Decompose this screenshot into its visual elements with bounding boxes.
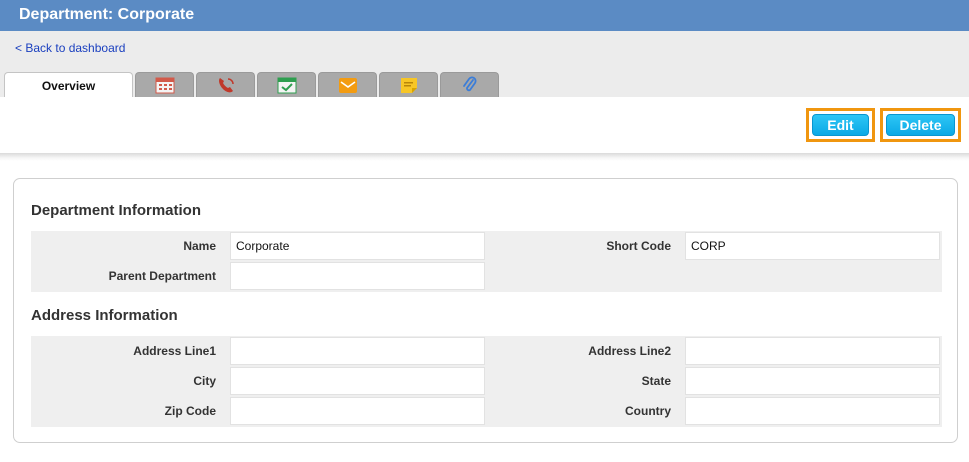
tab-calendar[interactable] (135, 72, 194, 97)
attachment-icon (462, 76, 476, 92)
address-info-grid: Address Line1 Address Line2 City State Z… (31, 336, 942, 427)
short-code-label: Short Code (606, 239, 671, 253)
tab-overview[interactable]: Overview (4, 72, 133, 98)
task-icon (277, 77, 296, 94)
divider (0, 153, 969, 161)
delete-button-highlight: Delete (880, 108, 961, 142)
info-row: Parent Department (31, 261, 942, 291)
name-label: Name (183, 239, 216, 253)
short-code-value: CORP (685, 232, 940, 260)
info-row: City State (31, 366, 942, 396)
tab-emails[interactable] (318, 72, 377, 97)
navigation-area: < Back to dashboard Overview (0, 31, 969, 98)
action-toolbar: Edit Delete (0, 97, 969, 153)
tab-attachments[interactable] (440, 72, 499, 97)
tab-overview-label: Overview (41, 79, 96, 93)
info-row: Name Corporate Short Code CORP (31, 231, 942, 261)
address-line2-value (685, 337, 940, 365)
zip-code-label: Zip Code (164, 404, 216, 418)
address-line1-label: Address Line1 (133, 344, 216, 358)
parent-department-value (230, 262, 485, 290)
note-icon (400, 78, 417, 93)
address-info-heading: Address Information (31, 307, 178, 324)
details-panel: Department Information Name Corporate Sh… (13, 178, 958, 443)
tab-notes[interactable] (379, 72, 438, 97)
address-line2-label: Address Line2 (588, 344, 671, 358)
edit-button-highlight: Edit (806, 108, 875, 142)
page-header: Department: Corporate (0, 0, 969, 31)
state-value (685, 367, 940, 395)
city-value (230, 367, 485, 395)
zip-code-value (230, 397, 485, 425)
department-info-heading: Department Information (31, 202, 202, 219)
tab-tasks[interactable] (257, 72, 316, 97)
parent-department-label: Parent Department (108, 269, 216, 283)
country-value (685, 397, 940, 425)
address-line1-value (230, 337, 485, 365)
country-label: Country (625, 404, 671, 418)
back-to-dashboard-link[interactable]: < Back to dashboard (15, 41, 125, 55)
tab-calls[interactable] (196, 72, 255, 97)
state-label: State (641, 374, 671, 388)
department-info-grid: Name Corporate Short Code CORP Parent De… (31, 231, 942, 292)
info-row: Zip Code Country (31, 396, 942, 426)
phone-icon (218, 78, 234, 93)
name-value: Corporate (230, 232, 485, 260)
edit-button[interactable]: Edit (812, 114, 869, 136)
page-title: Department: Corporate (19, 6, 195, 23)
calendar-icon (155, 77, 174, 94)
email-icon (338, 78, 357, 93)
city-label: City (193, 374, 216, 388)
delete-button[interactable]: Delete (886, 114, 955, 136)
info-row: Address Line1 Address Line2 (31, 336, 942, 366)
